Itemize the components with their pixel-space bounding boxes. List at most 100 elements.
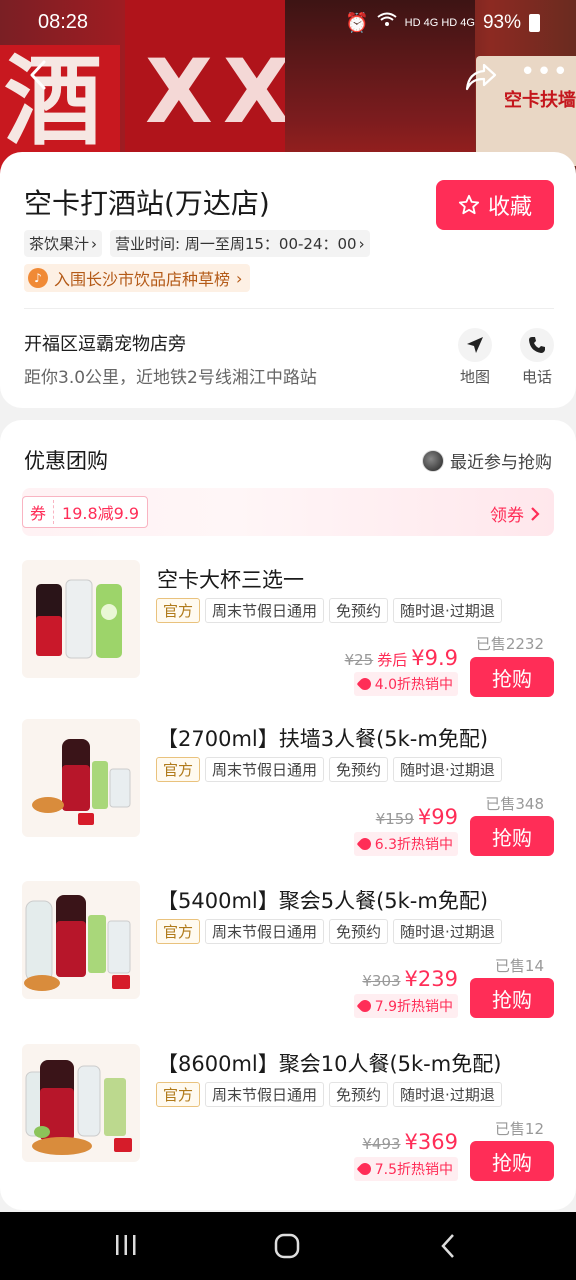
hot-label: 4.0折热销中	[374, 677, 453, 693]
chevron-right-icon: ›	[358, 234, 365, 253]
map-button[interactable]: 地图	[455, 328, 495, 387]
buy-button[interactable]: 抢购	[470, 1141, 554, 1181]
official-tag: 官方	[156, 1082, 201, 1107]
phone-button[interactable]: 电话	[517, 328, 557, 387]
deal-tag: 免预约	[329, 757, 389, 782]
coupon-bar[interactable]: 券 19.8减9.9 领券	[22, 488, 554, 536]
deal-tag: 免预约	[329, 919, 389, 944]
deal-thumbnail	[22, 719, 140, 837]
hot-tag-icon	[356, 1160, 374, 1178]
coupon-chip: 券 19.8减9.9	[22, 496, 149, 528]
buy-button[interactable]: 抢购	[470, 816, 554, 856]
recent-label: 最近参与抢购	[450, 453, 552, 473]
favorite-button[interactable]: 收藏	[436, 180, 554, 230]
deal-tag: 随时退·过期退	[393, 919, 502, 944]
map-label: 地图	[459, 368, 490, 386]
get-coupon-link[interactable]: 领券	[490, 501, 540, 526]
hot-badge: 6.3折热销中	[353, 832, 458, 856]
deal-item[interactable]: 【8600ml】聚会10人餐(5k-m免配) 官方 周末节假日通用 免预约 随时…	[0, 1044, 576, 1194]
brand-mark: XX	[145, 40, 301, 143]
hot-label: 6.3折热销中	[374, 837, 453, 853]
price-line: ¥159 ¥99	[376, 805, 458, 829]
hot-tag-icon	[356, 835, 374, 853]
hot-tag-icon	[356, 675, 374, 693]
deal-tags: 官方 周末节假日通用 免预约 随时退·过期退	[156, 1082, 502, 1107]
buy-button[interactable]: 抢购	[470, 657, 554, 697]
deal-price: ¥239	[404, 967, 458, 991]
price-line: ¥25 券后 ¥9.9	[345, 646, 458, 670]
hot-badge: 4.0折热销中	[353, 672, 458, 696]
coupon-amount: 19.8减9.9	[62, 504, 140, 523]
official-tag: 官方	[156, 757, 201, 782]
battery-percent: 93%	[482, 12, 521, 33]
deal-tag: 周末节假日通用	[205, 598, 325, 623]
deal-tags: 官方 周末节假日通用 免预约 随时退·过期退	[156, 598, 502, 623]
shop-address: 开福区逗霸宠物店旁	[24, 334, 186, 355]
hot-label: 7.9折热销中	[374, 999, 453, 1015]
deal-tags: 官方 周末节假日通用 免预约 随时退·过期退	[156, 919, 502, 944]
battery-icon	[529, 14, 540, 32]
deal-tag: 周末节假日通用	[205, 919, 325, 944]
sold-count: 已售12	[494, 1120, 544, 1138]
deal-item[interactable]: 【2700ml】扶墙3人餐(5k-m免配) 官方 周末节假日通用 免预约 随时退…	[0, 719, 576, 869]
price-line: ¥493 ¥369	[362, 1130, 458, 1154]
chevron-right-icon	[531, 506, 540, 521]
original-price: ¥159	[375, 810, 414, 828]
map-pin-icon	[458, 328, 492, 362]
deal-item[interactable]: 空卡大杯三选一 官方 周末节假日通用 免预约 随时退·过期退 已售2232 ¥2…	[0, 560, 576, 710]
chevron-right-icon: ›	[236, 268, 243, 288]
deal-tag: 随时退·过期退	[393, 598, 502, 623]
price-prefix: 券后	[377, 651, 408, 669]
ranking-badge[interactable]: ♪ 入围长沙市饮品店种草榜 ›	[24, 264, 251, 292]
more-icon[interactable]: •••	[520, 59, 568, 92]
deal-tag: 周末节假日通用	[205, 1082, 325, 1107]
hours-label: 营业时间: 周一至周15：00-24：00	[115, 235, 357, 253]
hot-badge: 7.5折热销中	[353, 1157, 458, 1181]
network-label: HD 4G HD 4G	[404, 17, 475, 29]
shop-distance: 距你3.0公里，近地铁2号线湘江中路站	[24, 368, 317, 388]
category-tag[interactable]: 茶饮果汁 ›	[24, 230, 103, 257]
get-coupon-label: 领券	[490, 506, 524, 526]
deal-price: ¥99	[417, 805, 458, 829]
deal-tag: 周末节假日通用	[205, 757, 325, 782]
official-tag: 官方	[156, 598, 201, 623]
recent-buyers[interactable]: 最近参与抢购	[422, 448, 552, 473]
deal-thumbnail	[22, 881, 140, 999]
sold-count: 已售2232	[475, 635, 544, 653]
deal-thumbnail	[22, 1044, 140, 1162]
deal-item[interactable]: 【5400ml】聚会5人餐(5k-m免配) 官方 周末节假日通用 免预约 随时退…	[0, 881, 576, 1031]
favorite-label: 收藏	[487, 195, 532, 220]
deal-tag: 随时退·过期退	[393, 757, 502, 782]
deal-tag: 随时退·过期退	[393, 1082, 502, 1107]
star-icon	[458, 194, 480, 215]
back-arrow-icon[interactable]	[24, 58, 54, 92]
original-price: ¥493	[362, 1135, 401, 1153]
deal-thumbnail	[22, 560, 140, 678]
divider	[24, 308, 554, 309]
buy-button[interactable]: 抢购	[470, 978, 554, 1018]
original-price: ¥303	[362, 972, 401, 990]
hot-label: 7.5折热销中	[374, 1162, 453, 1178]
price-line: ¥303 ¥239	[362, 967, 458, 991]
home-icon[interactable]	[273, 1232, 301, 1264]
deal-price: ¥369	[404, 1130, 458, 1154]
hours-tag[interactable]: 营业时间: 周一至周15：00-24：00 ›	[110, 230, 370, 257]
status-time: 08:28	[38, 11, 89, 33]
chevron-right-icon: ›	[91, 234, 98, 253]
hot-badge: 7.9折热销中	[353, 994, 458, 1018]
status-icons: ⏰ HD 4G HD 4G 93%	[345, 11, 540, 35]
phone-label: 电话	[521, 368, 552, 386]
deal-title: 【8600ml】聚会10人餐(5k-m免配)	[157, 1052, 502, 1076]
shop-info-card: 空卡打酒站(万达店) 收藏 茶饮果汁 › 营业时间: 周一至周15：00-24：…	[0, 152, 576, 408]
status-bar: 08:28 ⏰ HD 4G HD 4G 93%	[0, 0, 576, 46]
recents-icon[interactable]	[113, 1232, 139, 1262]
share-icon[interactable]	[464, 62, 498, 92]
system-navigation-bar	[0, 1212, 576, 1280]
avatar	[422, 449, 444, 472]
group-deals-card: 优惠团购 最近参与抢购 券 19.8减9.9 领券 空卡大杯三选一 官方 周末节…	[0, 420, 576, 1210]
phone-icon	[520, 328, 554, 362]
category-label: 茶饮果汁	[29, 235, 90, 253]
official-tag: 官方	[156, 919, 201, 944]
back-icon[interactable]	[438, 1232, 460, 1264]
deal-title: 【2700ml】扶墙3人餐(5k-m免配)	[157, 727, 489, 751]
